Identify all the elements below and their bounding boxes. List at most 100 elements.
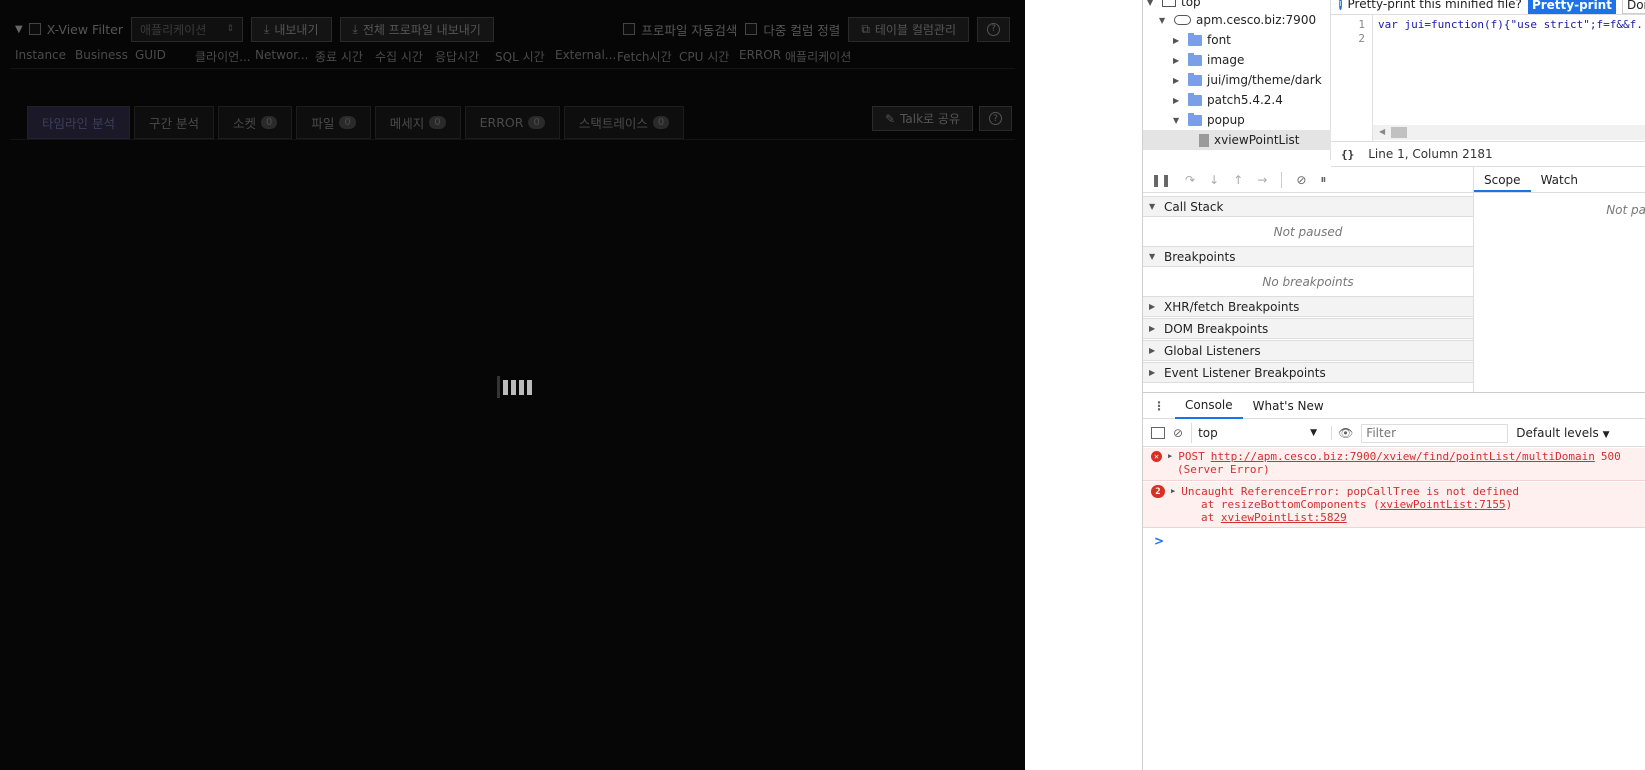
multi-column-sort-option[interactable]: 다중 컬럼 정렬 (745, 20, 840, 39)
stack-frame-prefix: at resizeBottomComponents ( (1201, 498, 1380, 511)
column-header[interactable]: External... (555, 48, 617, 66)
section-label: Breakpoints (1164, 249, 1236, 264)
column-header[interactable]: CPU 시간 (679, 48, 739, 66)
column-header[interactable]: 응답시간 (435, 48, 495, 66)
column-header[interactable]: ERROR (739, 48, 785, 66)
tab-label: ERROR (479, 115, 524, 130)
section-global-listeners[interactable]: ▶ Global Listeners (1143, 340, 1473, 361)
clear-console-icon[interactable]: ⊘ (1173, 426, 1183, 440)
section-breakpoints[interactable]: ▼ Breakpoints (1143, 246, 1473, 267)
column-header[interactable]: Fetch시간 (617, 48, 679, 66)
analysis-tabs: 타임라인 분석 구간 분석 소켓 0 파일 0 메세지 0 ERROR 0 스택… (27, 106, 685, 139)
dont-show-button[interactable]: Don't sh (1621, 0, 1645, 14)
section-label: XHR/fetch Breakpoints (1164, 299, 1300, 314)
dropdown-arrow-icon: ▼ (1310, 428, 1318, 438)
tree-folder-image[interactable]: ▶ image (1173, 50, 1244, 70)
tab-help-button[interactable]: ? (978, 106, 1012, 131)
tab-socket[interactable]: 소켓 0 (217, 106, 293, 139)
context-select[interactable]: top ▼ (1191, 423, 1323, 443)
tab-timeline-analysis[interactable]: 타임라인 분석 (27, 106, 130, 139)
column-header[interactable]: Instance (15, 48, 75, 66)
folder-icon (1188, 112, 1202, 126)
request-url-link[interactable]: http://apm.cesco.biz:7900/xview/find/poi… (1211, 450, 1595, 463)
pretty-print-button[interactable]: Pretty-print (1527, 0, 1616, 14)
step-out-icon[interactable]: ↑ (1233, 173, 1243, 187)
drawer-menu-icon[interactable]: ⋮ (1143, 399, 1175, 413)
horizontal-scrollbar[interactable]: ◀ (1373, 125, 1645, 140)
debugger-toolbar: ❚❚ ↷ ↓ ↑ → ⊘ ⏸ (1143, 167, 1473, 193)
pause-on-exceptions-icon[interactable]: ⏸ (1320, 172, 1326, 187)
step-over-icon[interactable]: ↷ (1185, 173, 1195, 187)
source-link[interactable]: xviewPointList:5829 (1221, 511, 1347, 524)
section-label: Global Listeners (1164, 343, 1261, 358)
column-header[interactable]: Networ... (255, 48, 315, 66)
tab-console[interactable]: Console (1175, 393, 1243, 419)
pencil-icon: ✎ (885, 111, 896, 126)
count-badge: 0 (339, 116, 356, 129)
tab-stacktrace[interactable]: 스택트레이스 0 (563, 106, 685, 139)
expand-right-icon[interactable]: ▶ (1171, 487, 1175, 498)
tree-domain[interactable]: ▼ apm.cesco.biz:7900 (1159, 10, 1316, 30)
divider (10, 68, 1015, 69)
tab-whats-new[interactable]: What's New (1243, 394, 1334, 418)
console-filter-input[interactable] (1361, 423, 1509, 443)
deactivate-breakpoints-icon[interactable]: ⊘ (1296, 173, 1306, 187)
tab-message[interactable]: 메세지 0 (374, 106, 461, 139)
column-header[interactable]: 수집 시간 (375, 48, 435, 66)
tree-file-selected[interactable]: xviewPointList (1143, 130, 1331, 150)
tree-folder-jui[interactable]: ▶ jui/img/theme/dark (1173, 70, 1322, 90)
step-into-icon[interactable]: ↓ (1209, 173, 1219, 187)
scrollbar-thumb[interactable] (1391, 127, 1407, 138)
tab-section-analysis[interactable]: 구간 분석 (133, 106, 214, 139)
xview-filter-toggle[interactable]: ▼ X-View Filter (15, 22, 123, 37)
share-talk-button[interactable]: ✎ Talk로 공유 (872, 106, 973, 131)
expand-right-icon: ▶ (1149, 302, 1156, 311)
auto-search-checkbox[interactable] (623, 23, 636, 35)
tree-folder-font[interactable]: ▶ font (1173, 30, 1231, 50)
code-editor[interactable]: 1 2 var jui=function(f){"use strict";f=f… (1331, 14, 1645, 142)
console-prompt[interactable]: > (1154, 534, 1164, 548)
section-call-stack[interactable]: ▼ Call Stack (1143, 196, 1473, 217)
tab-scope[interactable]: Scope (1474, 167, 1531, 192)
column-header[interactable]: 종료 시간 (315, 48, 375, 66)
section-event-listener-breakpoints[interactable]: ▶ Event Listener Breakpoints (1143, 362, 1473, 383)
export-button[interactable]: ⤓ 내보내기 (251, 16, 332, 42)
application-select[interactable]: 애플리케이션 ⇕ (131, 16, 244, 42)
share-talk-label: Talk로 공유 (900, 112, 960, 126)
stack-frame-suffix: ) (1505, 498, 1513, 511)
column-header[interactable]: SQL 시간 (495, 48, 555, 66)
console-error-row: ✕ ▶ POST http://apm.cesco.biz:7900/xview… (1143, 448, 1645, 481)
column-header[interactable]: 클라이언... (195, 48, 255, 66)
file-label: xviewPointList (1214, 133, 1300, 147)
eye-icon[interactable]: 👁 (1331, 426, 1353, 440)
multi-column-sort-checkbox[interactable] (745, 23, 758, 35)
step-icon[interactable]: → (1257, 173, 1267, 187)
sidebar-toggle-icon[interactable] (1151, 427, 1165, 439)
source-link[interactable]: xviewPointList:7155 (1380, 498, 1506, 511)
section-xhr-breakpoints[interactable]: ▶ XHR/fetch Breakpoints (1143, 296, 1473, 317)
tree-folder-popup[interactable]: ▼ popup (1173, 110, 1245, 130)
tree-folder-patch[interactable]: ▶ patch5.4.2.4 (1173, 90, 1283, 110)
tab-watch[interactable]: Watch (1531, 167, 1588, 192)
tab-file[interactable]: 파일 0 (296, 106, 371, 139)
format-braces-icon[interactable]: {} (1341, 148, 1354, 161)
xview-filter-checkbox[interactable] (28, 23, 41, 35)
expand-down-icon: ▼ (1159, 15, 1166, 25)
folder-label: popup (1207, 113, 1245, 127)
expand-right-icon[interactable]: ▶ (1168, 452, 1172, 463)
table-columns-button[interactable]: ⧉ 테이블 컬럼관리 (848, 16, 969, 42)
auto-search-option[interactable]: 프로파일 자동검색 (623, 20, 737, 39)
app-toolbar: ▼ X-View Filter 애플리케이션 ⇕ ⤓ 내보내기 ⤓ 전체 프로파… (15, 14, 1010, 44)
line-number: 2 (1358, 32, 1365, 45)
count-badge: 0 (528, 116, 545, 129)
help-button[interactable]: ? (977, 16, 1010, 42)
pause-icon[interactable]: ❚❚ (1151, 173, 1171, 187)
column-header[interactable]: Business (75, 48, 135, 66)
log-levels-select[interactable]: Default levels ▼ (1516, 426, 1609, 440)
tab-label: 구간 분석 (148, 116, 199, 131)
section-dom-breakpoints[interactable]: ▶ DOM Breakpoints (1143, 318, 1473, 339)
tab-error[interactable]: ERROR 0 (464, 106, 560, 139)
column-header[interactable]: GUID (135, 48, 195, 66)
column-header[interactable]: 애플리케이션 (785, 48, 875, 66)
export-all-profiles-button[interactable]: ⤓ 전체 프로파일 내보내기 (339, 16, 494, 42)
